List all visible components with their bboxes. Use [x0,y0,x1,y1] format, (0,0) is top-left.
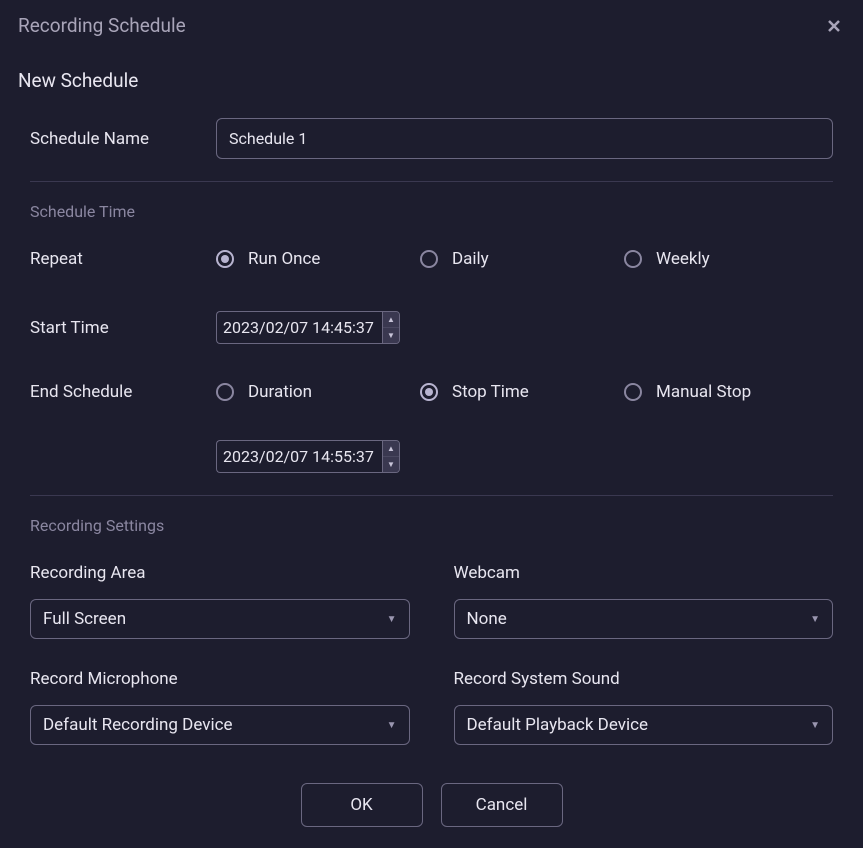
close-icon [827,19,841,33]
record-microphone-value: Default Recording Device [43,715,233,735]
repeat-daily-label: Daily [452,249,489,269]
start-time-control: ▲ ▼ [216,311,400,344]
section-recording-settings: Recording Settings [30,516,833,535]
divider [30,181,833,182]
end-manual-stop-label: Manual Stop [656,382,751,402]
start-time-up[interactable]: ▲ [383,312,399,328]
radio-icon [420,383,438,401]
stop-time-input[interactable] [216,440,382,473]
section-schedule-time: Schedule Time [30,202,833,221]
chevron-down-icon: ▼ [387,614,397,625]
ok-button[interactable]: OK [301,783,423,827]
end-duration-label: Duration [248,382,312,402]
record-system-sound-select[interactable]: Default Playback Device ▼ [454,705,834,745]
end-stop-time[interactable]: Stop Time [420,382,624,402]
close-button[interactable] [825,17,843,35]
page-subtitle: New Schedule [18,69,845,92]
cancel-button[interactable]: Cancel [441,783,563,827]
webcam-label: Webcam [454,563,834,583]
repeat-weekly[interactable]: Weekly [624,249,828,269]
record-microphone-select[interactable]: Default Recording Device ▼ [30,705,410,745]
repeat-run-once-label: Run Once [248,249,320,269]
repeat-radio-group: Run Once Daily Weekly [216,249,833,269]
end-schedule-label: End Schedule [30,382,216,402]
repeat-run-once[interactable]: Run Once [216,249,420,269]
dialog-title: Recording Schedule [18,14,186,37]
radio-icon [216,383,234,401]
repeat-label: Repeat [30,249,216,269]
webcam-select[interactable]: None ▼ [454,599,834,639]
divider [30,495,833,496]
end-schedule-radio-group: Duration Stop Time Manual Stop [216,382,833,402]
schedule-name-label: Schedule Name [30,129,216,149]
radio-icon [624,250,642,268]
end-manual-stop[interactable]: Manual Stop [624,382,828,402]
start-time-down[interactable]: ▼ [383,328,399,343]
repeat-weekly-label: Weekly [656,249,710,269]
radio-icon [216,250,234,268]
chevron-down-icon: ▼ [387,720,397,731]
stop-time-up[interactable]: ▲ [383,441,399,457]
record-system-sound-label: Record System Sound [454,669,834,689]
repeat-daily[interactable]: Daily [420,249,624,269]
stop-time-control: ▲ ▼ [216,440,833,473]
end-duration[interactable]: Duration [216,382,420,402]
radio-icon [420,250,438,268]
start-time-label: Start Time [30,318,216,338]
webcam-value: None [467,609,507,629]
record-microphone-label: Record Microphone [30,669,410,689]
start-time-spinner: ▲ ▼ [382,311,400,344]
start-time-input[interactable] [216,311,382,344]
end-stop-time-label: Stop Time [452,382,529,402]
recording-area-select[interactable]: Full Screen ▼ [30,599,410,639]
titlebar: Recording Schedule [0,0,863,51]
chevron-down-icon: ▼ [810,720,820,731]
recording-area-value: Full Screen [43,609,126,629]
recording-area-label: Recording Area [30,563,410,583]
stop-time-down[interactable]: ▼ [383,457,399,472]
chevron-down-icon: ▼ [810,614,820,625]
radio-icon [624,383,642,401]
stop-time-spinner: ▲ ▼ [382,440,400,473]
schedule-name-input[interactable] [216,118,833,159]
record-system-sound-value: Default Playback Device [467,715,649,735]
